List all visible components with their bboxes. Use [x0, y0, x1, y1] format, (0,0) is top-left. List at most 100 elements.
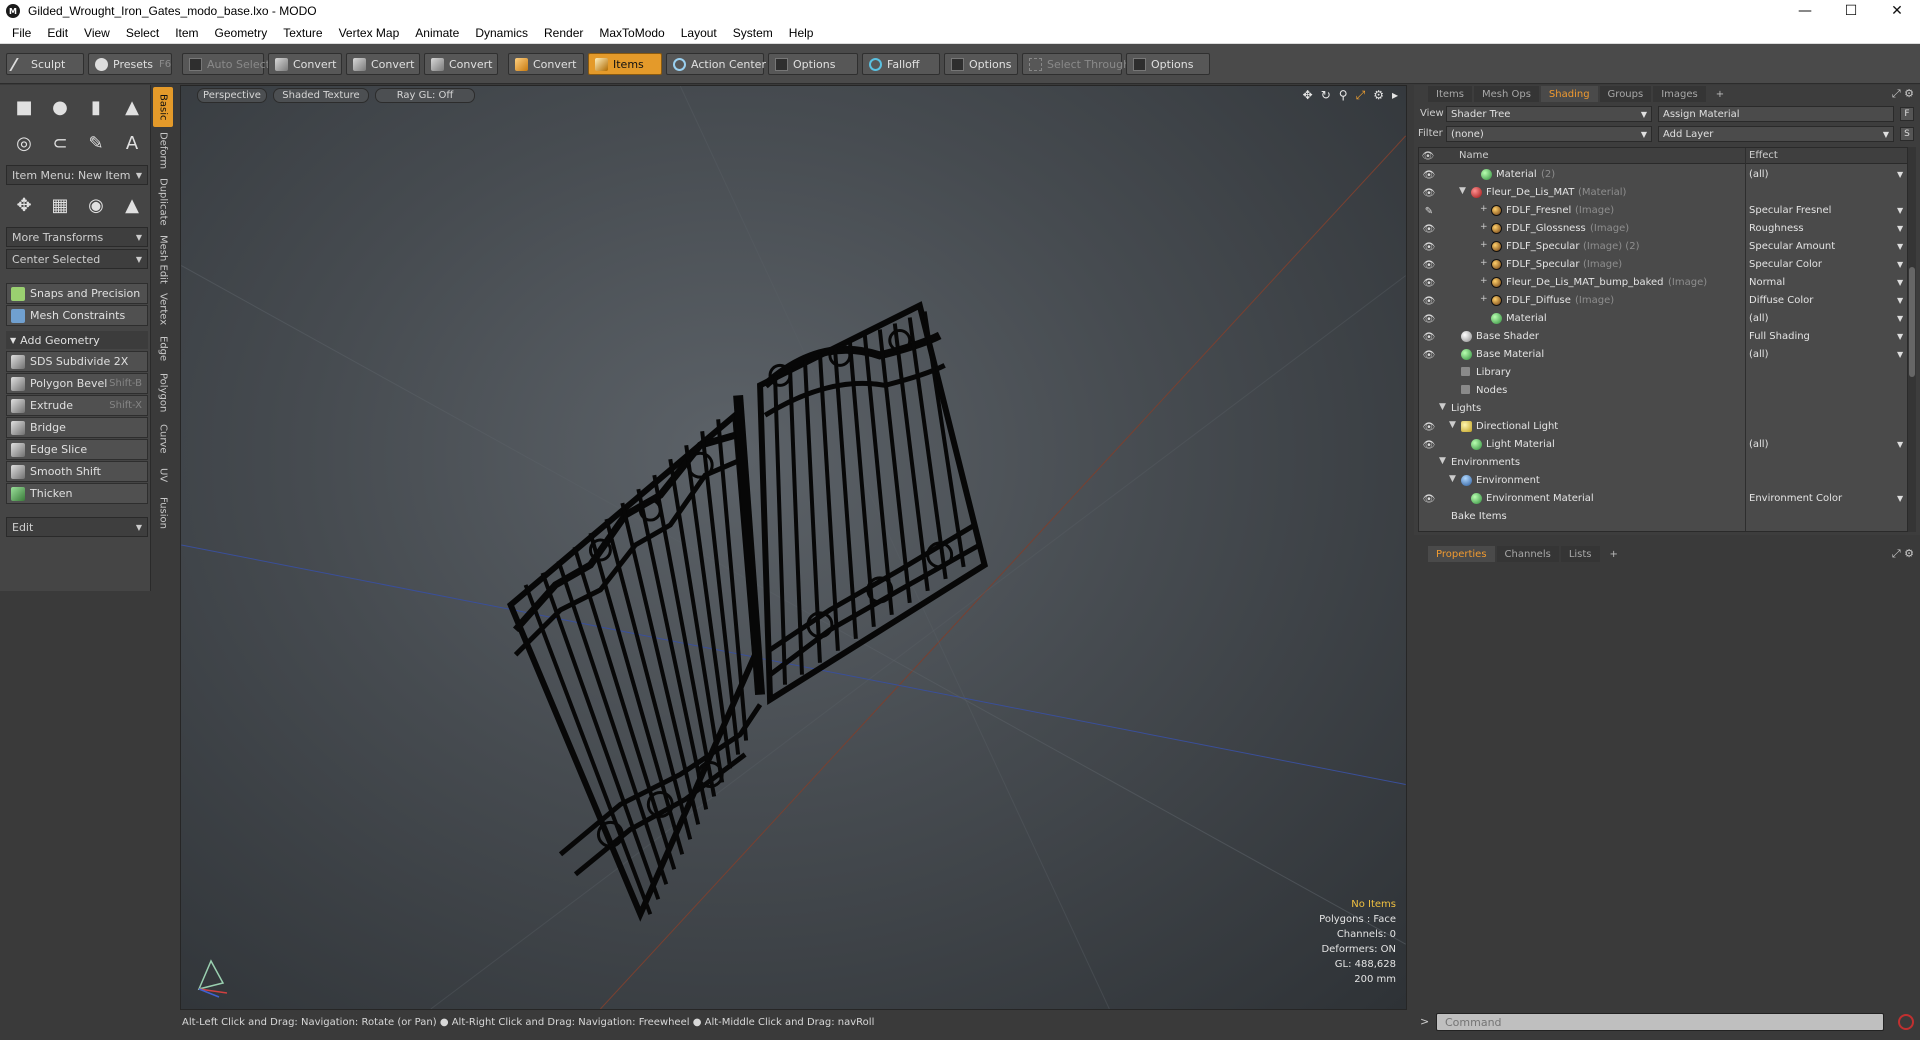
tree-row[interactable]: 👁 + FDLF_Glossness (Image) Roughness ▼ [1419, 220, 1907, 238]
panel-options-icon[interactable]: ⤢ ⚙ [1892, 87, 1914, 101]
chevron-down-icon[interactable]: ▼ [1897, 260, 1903, 269]
cylinder-primitive-icon[interactable]: ▮ [80, 91, 112, 123]
tree-row[interactable]: 👁 + FDLF_Specular (Image) (2) Specular Amoun… [1419, 238, 1907, 256]
convert-edges-button[interactable]: Convert [346, 53, 420, 75]
tab-lists[interactable]: Lists [1560, 546, 1600, 562]
eye-icon[interactable]: 👁 [1422, 240, 1436, 254]
tree-row[interactable]: Library [1419, 364, 1907, 382]
chevron-down-icon[interactable]: ▼ [1897, 242, 1903, 251]
layer-effect[interactable]: Environment Color [1749, 493, 1842, 504]
expand-arrow-icon[interactable]: ▼ [1439, 402, 1446, 412]
tree-row[interactable]: 👁 + FDLF_Diffuse (Image) Diffuse Color ▼ [1419, 292, 1907, 310]
chevron-down-icon[interactable]: ▼ [1897, 296, 1903, 305]
layer-effect[interactable]: Diffuse Color [1749, 295, 1813, 306]
menu-texture[interactable]: Texture [275, 22, 330, 44]
scene-canvas[interactable] [181, 86, 1406, 1009]
tab-duplicate[interactable]: Duplicate [153, 175, 173, 229]
falloff-button[interactable]: Falloff [862, 53, 940, 75]
tab-uv[interactable]: UV [153, 461, 173, 489]
perspective-button[interactable]: Perspective [197, 87, 267, 103]
expand-arrow-icon[interactable]: ▼ [1459, 186, 1466, 196]
center-selected-dropdown[interactable]: Center Selected ▼ [6, 249, 148, 269]
maximize-button[interactable]: ☐ [1828, 0, 1874, 22]
sphere-primitive-icon[interactable]: ● [44, 91, 76, 123]
expand-arrow-icon[interactable]: ▼ [1449, 474, 1456, 484]
sculpt-button[interactable]: Sculpt [6, 53, 84, 75]
brush-icon[interactable]: ✎ [1422, 204, 1436, 218]
items-mode-button[interactable]: Items [588, 53, 662, 75]
expand-arrow-icon[interactable]: ▼ [1449, 420, 1456, 430]
eye-icon[interactable]: 👁 [1422, 312, 1436, 326]
cube-primitive-icon[interactable]: ■ [8, 91, 40, 123]
pen-tool-icon[interactable]: ✎ [80, 127, 112, 159]
menu-help[interactable]: Help [781, 22, 822, 44]
tree-row[interactable]: 👁 Environment Material Environment Color ▼ [1419, 490, 1907, 508]
eye-icon[interactable]: 👁 [1422, 186, 1436, 200]
add-tab-button[interactable]: + [1708, 86, 1732, 102]
select-through-button[interactable]: Select Through [1022, 53, 1130, 75]
menu-geometry[interactable]: Geometry [207, 22, 276, 44]
menu-animate[interactable]: Animate [407, 22, 467, 44]
chevron-down-icon[interactable]: ▼ [1897, 314, 1903, 323]
edge-slice-button[interactable]: Edge Slice [6, 439, 148, 460]
rotate-icon[interactable]: ↻ [1321, 88, 1331, 103]
close-button[interactable]: ✕ [1874, 0, 1920, 22]
menu-system[interactable]: System [725, 22, 781, 44]
tab-edge[interactable]: Edge [153, 331, 173, 367]
tab-properties[interactable]: Properties [1428, 546, 1495, 562]
chevron-down-icon[interactable]: ▼ [1897, 494, 1903, 503]
layer-effect[interactable]: Specular Fresnel [1749, 205, 1831, 216]
expand-plus-icon[interactable]: + [1480, 240, 1488, 250]
menu-vertex-map[interactable]: Vertex Map [331, 22, 408, 44]
sds-subdivide-button[interactable]: SDS Subdivide 2X [6, 351, 148, 372]
tab-deform[interactable]: Deform [153, 129, 173, 173]
menu-edit[interactable]: Edit [39, 22, 76, 44]
expand-plus-icon[interactable]: + [1480, 258, 1488, 268]
eye-icon[interactable]: 👁 [1422, 438, 1436, 452]
menu-dynamics[interactable]: Dynamics [467, 22, 536, 44]
chevron-down-icon[interactable]: ▼ [1897, 440, 1903, 449]
eye-icon[interactable]: 👁 [1422, 348, 1436, 362]
convert-vertices-button[interactable]: Convert [268, 53, 342, 75]
name-column-header[interactable]: Name [1459, 150, 1489, 161]
gear-icon[interactable]: ⚙ [1373, 88, 1384, 103]
tree-row[interactable]: 👁 ▼ Fleur_De_Lis_MAT (Material) [1419, 184, 1907, 202]
chevron-down-icon[interactable]: ▼ [1897, 170, 1903, 179]
add-layer-dropdown[interactable]: Add Layer ▼ [1658, 126, 1894, 142]
layer-effect[interactable]: Specular Amount [1749, 241, 1835, 252]
menu-render[interactable]: Render [536, 22, 591, 44]
tree-row[interactable]: ▼ Environments [1419, 454, 1907, 472]
eye-icon[interactable]: 👁 [1422, 258, 1436, 272]
tree-row[interactable]: ✎ + FDLF_Fresnel (Image) Specular Fresnel ▼ [1419, 202, 1907, 220]
tree-row[interactable]: 👁 Base Shader Full Shading ▼ [1419, 328, 1907, 346]
layer-effect[interactable]: Full Shading [1749, 331, 1810, 342]
menu-select[interactable]: Select [118, 22, 167, 44]
layer-effect[interactable]: (all) [1749, 439, 1769, 450]
menu-layout[interactable]: Layout [673, 22, 725, 44]
tab-groups[interactable]: Groups [1599, 86, 1652, 102]
perspective-grid-icon[interactable]: ▲ [116, 189, 148, 221]
more-transforms-dropdown[interactable]: More Transforms ▼ [6, 227, 148, 247]
menu-file[interactable]: File [4, 22, 39, 44]
tab-fusion[interactable]: Fusion [153, 491, 173, 535]
tree-row[interactable]: 👁 Material (2) (all) ▼ [1419, 166, 1907, 184]
add-geometry-section[interactable]: ▼ Add Geometry [6, 331, 148, 349]
layer-effect[interactable]: Normal [1749, 277, 1785, 288]
tab-images[interactable]: Images [1653, 86, 1706, 102]
layer-effect[interactable]: Roughness [1749, 223, 1804, 234]
chevron-down-icon[interactable]: ▼ [1897, 278, 1903, 287]
arrow-right-icon[interactable]: ▸ [1392, 88, 1398, 103]
globe-icon[interactable]: ◉ [80, 189, 112, 221]
options-button-1[interactable]: Options [768, 53, 858, 75]
tree-row[interactable]: 👁 + FDLF_Specular (Image) Specular Color ▼ [1419, 256, 1907, 274]
menu-item[interactable]: Item [167, 22, 206, 44]
eye-icon[interactable]: 👁 [1422, 276, 1436, 290]
s-button[interactable]: S [1900, 127, 1914, 141]
chevron-down-icon[interactable]: ▼ [1897, 350, 1903, 359]
extrude-button[interactable]: Extrude Shift-X [6, 395, 148, 416]
mesh-constraints-button[interactable]: Mesh Constraints [6, 305, 148, 326]
tree-row[interactable]: 👁 ▼ Directional Light [1419, 418, 1907, 436]
chevron-down-icon[interactable]: ▼ [1897, 332, 1903, 341]
eye-icon[interactable]: 👁 [1422, 492, 1436, 506]
bridge-button[interactable]: Bridge [6, 417, 148, 438]
